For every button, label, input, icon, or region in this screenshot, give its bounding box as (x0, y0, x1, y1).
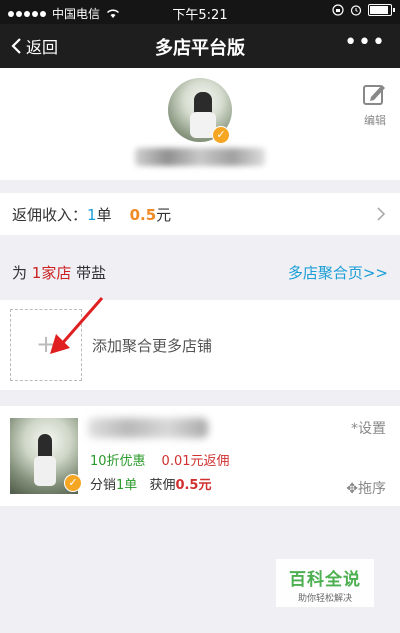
store-sort-handle[interactable]: ✥拖序 (346, 478, 386, 498)
store-distribution-line: 分销1单 获佣0.5元 (90, 474, 211, 493)
nav-bar: 返回 多店平台版 ••• (0, 24, 400, 68)
store-name-blurred (88, 418, 208, 438)
more-menu-button[interactable]: ••• (344, 30, 386, 55)
move-icon: ✥ (346, 481, 358, 497)
status-bar: 中国电信 下午5:21 (0, 0, 400, 24)
commission-income-row[interactable]: 返佣收入：1单 0.5元 (0, 193, 400, 235)
chevron-right-icon (377, 207, 386, 221)
store-sort-label: 拖序 (358, 481, 386, 497)
income-amount-unit: 元 (156, 206, 172, 224)
store-list-item[interactable]: ✓ *设置 10折优惠 0.01元返佣 分销1单 获佣0.5元 ✥拖序 (0, 406, 400, 506)
dist-prefix: 分销 (90, 478, 117, 493)
stores-count-text: 为 1家店 带盐 (12, 262, 106, 283)
income-orders-count: 1 (87, 206, 97, 224)
verified-badge-icon: ✓ (212, 126, 230, 144)
income-amount: 0.5 (129, 206, 157, 224)
asterisk-icon: * (351, 421, 358, 437)
battery-icon (368, 4, 395, 16)
stores-prefix: 为 (12, 264, 32, 282)
edit-icon (363, 85, 385, 105)
stores-suffix: 带盐 (71, 264, 107, 282)
alarm-icon (350, 5, 362, 16)
username-blurred (135, 148, 265, 166)
store-settings-button[interactable]: *设置 (351, 418, 386, 438)
earn-value: 0.5元 (175, 478, 212, 493)
store-discount: 10折优惠 (90, 454, 146, 469)
lock-rotation-icon (332, 4, 344, 16)
profile-header: ✓ 编辑 (0, 68, 400, 180)
income-text: 返佣收入：1单 0.5元 (12, 204, 171, 225)
store-verified-badge-icon: ✓ (64, 474, 82, 492)
watermark-subtitle: 助你轻松解决 (297, 594, 352, 604)
dist-count: 1单 (116, 478, 138, 493)
store-settings-label: 设置 (358, 421, 386, 437)
status-right (332, 4, 395, 16)
earn-prefix: 获佣 (149, 478, 176, 493)
add-store-label: 添加聚合更多店铺 (92, 337, 213, 355)
store-rebate-suffix: 返佣 (203, 454, 230, 469)
page-title: 多店平台版 (155, 38, 245, 59)
stores-header: 为 1家店 带盐 多店聚合页>> (0, 258, 400, 286)
annotation-arrow-icon (50, 297, 104, 354)
edit-button[interactable]: 编辑 (360, 82, 390, 128)
income-orders-unit: 单 (96, 206, 112, 224)
edit-label: 编辑 (364, 114, 386, 127)
watermark-title: 百科全说 (289, 570, 361, 590)
multi-store-page-link[interactable]: 多店聚合页>> (288, 262, 388, 283)
store-discount-line: 10折优惠 0.01元返佣 (90, 450, 230, 469)
store-rebate-value: 0.01元 (161, 454, 204, 469)
watermark-logo: 百科全说 助你轻松解决 (276, 559, 374, 607)
income-label: 返佣收入： (12, 206, 88, 224)
stores-count: 1家店 (31, 264, 72, 282)
